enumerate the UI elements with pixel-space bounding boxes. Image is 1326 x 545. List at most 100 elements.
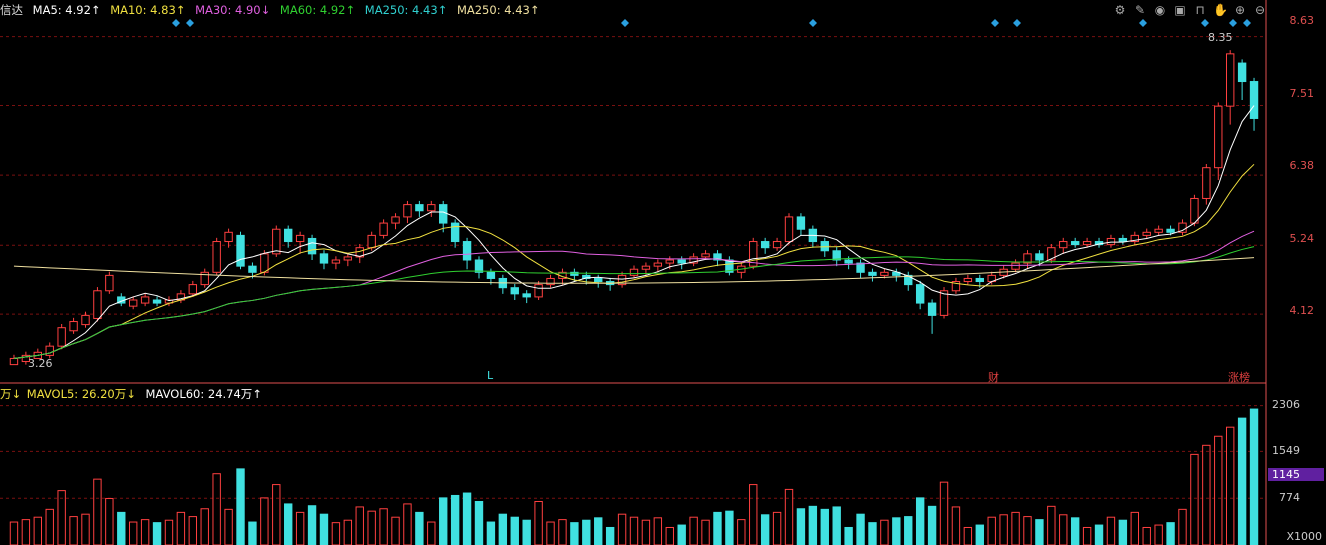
volume-bar <box>904 516 913 545</box>
event-diamond-icon <box>621 19 629 27</box>
volume-bar <box>975 524 984 545</box>
price-legend: 信达 MA5: 4.92↑ MA10: 4.83↑ MA30: 4.90↓ MA… <box>0 3 545 17</box>
volume-bar <box>629 516 639 545</box>
candle-body <box>307 237 317 255</box>
volume-bar <box>21 519 31 545</box>
volume-bar <box>1023 516 1032 545</box>
candle-body <box>93 290 102 319</box>
volume-bar <box>808 505 818 545</box>
event-diamond-icon <box>991 19 999 27</box>
volume-bar <box>880 519 889 545</box>
volume-bar <box>939 481 949 545</box>
volume-bar <box>343 519 353 545</box>
candle-body <box>272 228 281 255</box>
gear-icon[interactable]: ⚙ <box>1113 3 1127 17</box>
volume-bar <box>760 514 770 545</box>
volume-bar <box>105 497 114 545</box>
volume-tick: 774 <box>1279 491 1300 504</box>
volume-bar <box>1214 435 1223 545</box>
volume-bar <box>665 526 674 545</box>
volume-bar <box>522 519 531 545</box>
volume-bar <box>1178 508 1187 545</box>
candle-body <box>1214 105 1223 169</box>
candle-body <box>1142 231 1151 236</box>
candle-body <box>474 259 484 273</box>
vol-prefix: 万↓ <box>0 387 22 401</box>
volume-bar <box>1225 426 1235 545</box>
volume-bar <box>677 524 686 545</box>
volume-bar <box>474 501 484 545</box>
volume-bar <box>129 521 138 545</box>
volume-bar <box>164 519 174 545</box>
volume-tick: 2306 <box>1272 398 1300 411</box>
event-diamond-icon <box>1229 19 1237 27</box>
event-diamond-icon <box>1243 19 1251 27</box>
low-annotation: 3.26 <box>28 357 53 370</box>
zoom-in-icon[interactable]: ⊕ <box>1233 3 1247 17</box>
candle-body <box>915 284 925 304</box>
marker-l[interactable]: L <box>487 369 493 382</box>
candle-body <box>331 259 341 264</box>
volume-bar <box>1249 408 1259 545</box>
candle-body <box>629 268 639 276</box>
volume-bar <box>844 526 853 545</box>
volume-bar <box>641 519 651 545</box>
event-diamond-icon <box>172 19 180 27</box>
candle-body <box>319 253 329 264</box>
volume-bar <box>1237 417 1247 545</box>
pen-icon[interactable]: ✎ <box>1133 3 1147 17</box>
volume-bar <box>653 517 663 545</box>
volume-bar <box>534 501 543 545</box>
event-diamond-icon <box>1139 19 1147 27</box>
ma5-line <box>13 105 1255 359</box>
event-diamond-icon <box>1013 19 1021 27</box>
candle-body <box>927 302 937 316</box>
volume-tick: 1549 <box>1272 444 1300 457</box>
bag-icon[interactable]: ▣ <box>1173 3 1187 17</box>
volume-bar <box>307 505 317 545</box>
volume-bar <box>260 497 269 545</box>
candle-body <box>140 296 150 304</box>
marker-finance[interactable]: 财 <box>988 369 999 385</box>
ma250a-label: MA250: 4.43↑ <box>364 3 448 17</box>
price-tick: 7.51 <box>1289 87 1315 100</box>
volume-bar <box>295 511 305 545</box>
candle-body <box>450 222 460 243</box>
candle-body <box>260 253 269 273</box>
volume-bar <box>1011 511 1020 545</box>
volume-bar <box>546 521 555 545</box>
volume-bar <box>284 503 293 545</box>
volume-current-badge: 1145 <box>1268 468 1324 481</box>
volume-bar <box>236 468 245 545</box>
candle-body <box>57 327 66 347</box>
candle-body <box>1237 62 1247 83</box>
candle-body <box>188 284 198 295</box>
hand-icon[interactable]: ✋ <box>1213 3 1228 17</box>
candle-body <box>1082 241 1092 246</box>
volume-bar <box>93 478 102 545</box>
candle-body <box>844 259 853 264</box>
ma30-label: MA30: 4.90↓ <box>195 3 271 17</box>
volume-bar <box>1059 514 1068 545</box>
lock-icon[interactable]: ⊓ <box>1193 3 1207 17</box>
candle-body <box>1118 237 1128 243</box>
kline-chart[interactable]: 8.35 3.26 <box>0 0 1326 545</box>
candle-body <box>1011 262 1020 270</box>
volume-bar <box>439 497 448 545</box>
zoom-out-icon[interactable]: ⊖ <box>1253 3 1267 17</box>
candle-body <box>69 321 78 332</box>
candle-body <box>1154 228 1163 233</box>
volume-bar <box>856 513 865 545</box>
eye-icon[interactable]: ◉ <box>1153 3 1167 17</box>
volume-bar <box>582 519 591 545</box>
mavol5-label: MAVOL5: 26.20万↓ <box>26 387 136 401</box>
candle-body <box>796 216 806 230</box>
volume-bar <box>605 526 615 545</box>
candle-body <box>522 293 531 298</box>
event-diamond-icon <box>1201 19 1209 27</box>
volume-bar <box>224 508 233 545</box>
volume-bar <box>1047 505 1056 545</box>
candle-body <box>81 314 90 326</box>
marker-limit-up[interactable]: 涨榜 <box>1228 369 1250 385</box>
volume-bar <box>1166 522 1175 545</box>
